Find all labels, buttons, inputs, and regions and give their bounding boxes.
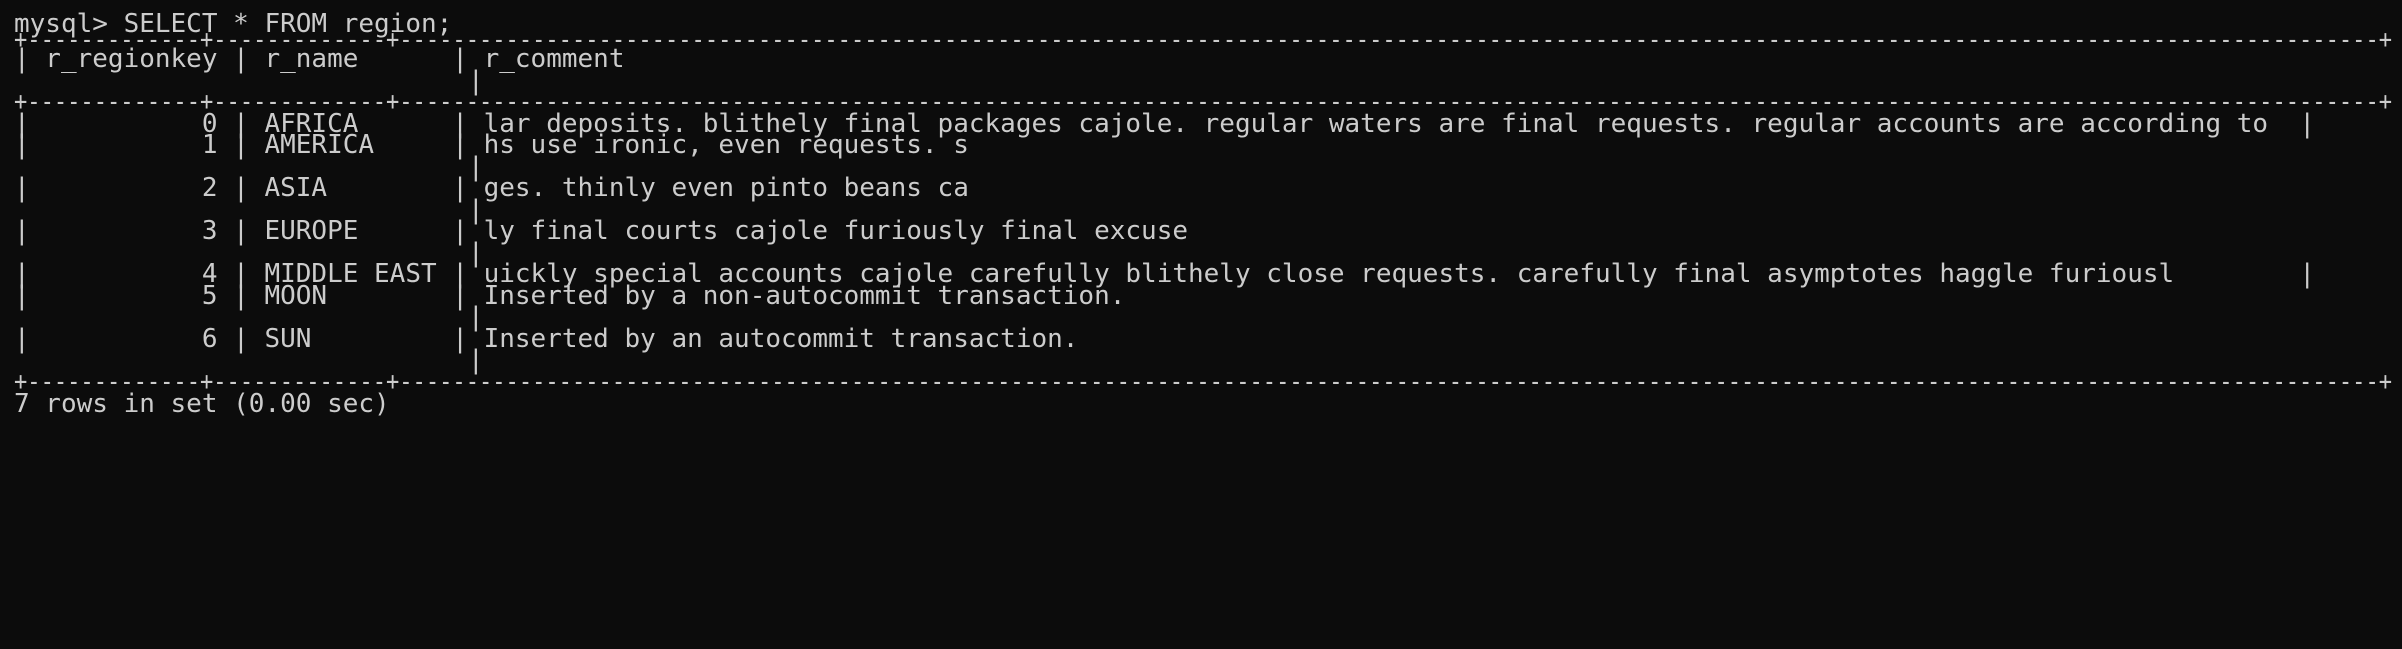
terminal-window[interactable]: mysql> SELECT * FROM region; +----------…	[0, 0, 2402, 649]
result-summary: 7 rows in set (0.00 sec)	[14, 389, 390, 419]
